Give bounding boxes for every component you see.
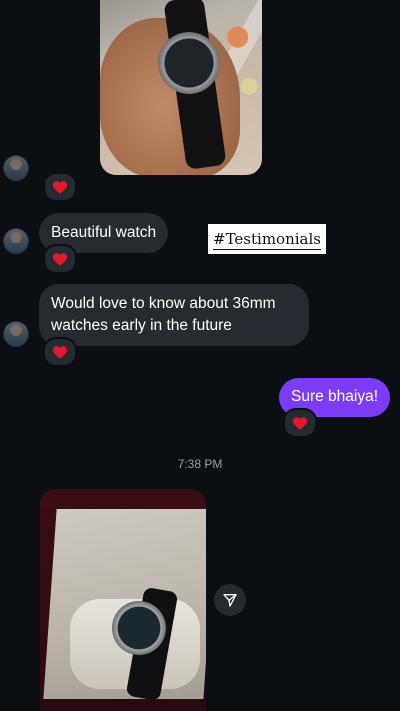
heart-icon: [53, 180, 67, 194]
heart-icon: [293, 416, 307, 430]
heart-icon: [53, 345, 67, 359]
testimonials-overlay-tag: #Testimonials: [208, 224, 326, 254]
sender-avatar[interactable]: [3, 321, 29, 347]
message-timestamp: 7:38 PM: [177, 457, 223, 471]
heart-reaction[interactable]: [43, 337, 77, 367]
heart-reaction[interactable]: [43, 244, 77, 274]
sender-avatar[interactable]: [3, 228, 29, 254]
incoming-message[interactable]: Would love to know about 36mm watches ea…: [39, 284, 309, 346]
heart-icon: [53, 252, 67, 266]
watch-photo-bottom[interactable]: [40, 489, 206, 711]
testimonials-tag-text: #Testimonials: [213, 230, 321, 250]
send-icon: [223, 594, 237, 607]
heart-reaction[interactable]: [283, 408, 317, 438]
heart-reaction[interactable]: [43, 172, 77, 202]
sender-avatar[interactable]: [3, 155, 29, 181]
share-button[interactable]: [214, 584, 246, 616]
photo-watch-face: [112, 601, 166, 655]
watch-photo-top[interactable]: [100, 0, 262, 175]
photo-watch-face: [158, 32, 220, 94]
